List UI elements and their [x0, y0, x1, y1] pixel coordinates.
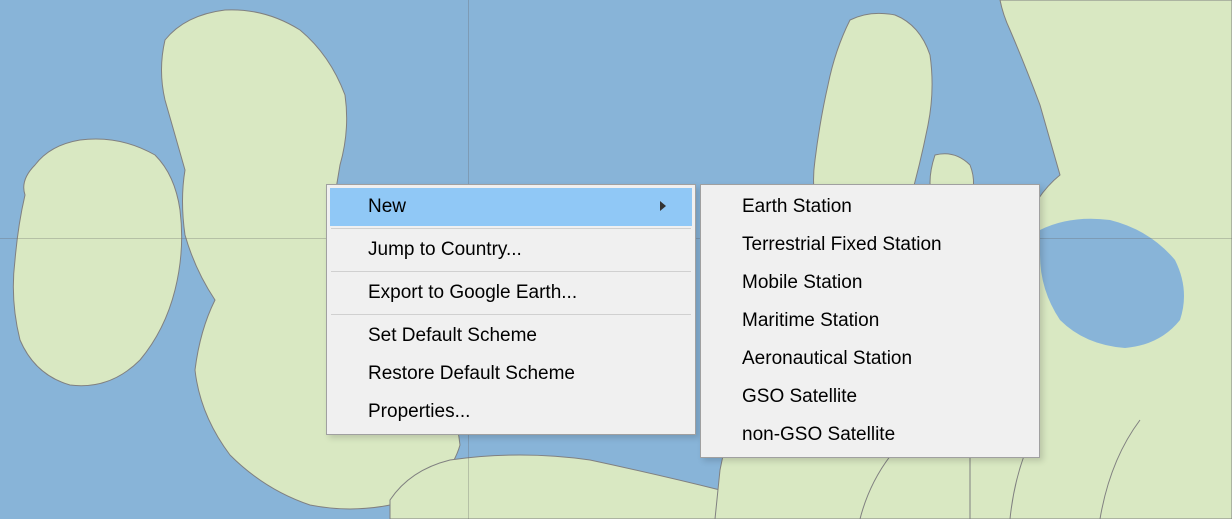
- submenu-item-label: Mobile Station: [742, 272, 862, 293]
- submenu-item-mobile-station[interactable]: Mobile Station: [704, 264, 1036, 302]
- context-menu: New Jump to Country... Export to Google …: [326, 184, 696, 435]
- chevron-right-icon: [658, 199, 668, 215]
- menu-separator: [331, 271, 691, 272]
- menu-item-jump-to-country[interactable]: Jump to Country...: [330, 231, 692, 269]
- submenu-item-label: Earth Station: [742, 196, 852, 217]
- menu-item-label: Restore Default Scheme: [368, 363, 575, 385]
- submenu-item-label: Maritime Station: [742, 310, 879, 331]
- submenu-item-gso-satellite[interactable]: GSO Satellite: [704, 378, 1036, 416]
- submenu-new: Earth Station Terrestrial Fixed Station …: [700, 184, 1040, 458]
- submenu-item-maritime-station[interactable]: Maritime Station: [704, 302, 1036, 340]
- menu-separator: [331, 314, 691, 315]
- submenu-item-terrestrial-fixed-station[interactable]: Terrestrial Fixed Station: [704, 226, 1036, 264]
- menu-item-label: Export to Google Earth...: [368, 282, 577, 304]
- submenu-item-non-gso-satellite[interactable]: non-GSO Satellite: [704, 416, 1036, 454]
- menu-item-label: Jump to Country...: [368, 239, 522, 261]
- menu-item-new[interactable]: New: [330, 188, 692, 226]
- submenu-item-label: Terrestrial Fixed Station: [742, 234, 942, 255]
- submenu-item-earth-station[interactable]: Earth Station: [704, 188, 1036, 226]
- menu-item-set-default-scheme[interactable]: Set Default Scheme: [330, 317, 692, 355]
- menu-separator: [331, 228, 691, 229]
- menu-item-label: New: [368, 196, 406, 218]
- menu-item-restore-default-scheme[interactable]: Restore Default Scheme: [330, 355, 692, 393]
- menu-item-export-google-earth[interactable]: Export to Google Earth...: [330, 274, 692, 312]
- menu-item-label: Properties...: [368, 401, 470, 423]
- submenu-item-label: non-GSO Satellite: [742, 424, 895, 445]
- submenu-item-label: GSO Satellite: [742, 386, 857, 407]
- submenu-item-aeronautical-station[interactable]: Aeronautical Station: [704, 340, 1036, 378]
- menu-item-label: Set Default Scheme: [368, 325, 537, 347]
- menu-item-properties[interactable]: Properties...: [330, 393, 692, 431]
- submenu-item-label: Aeronautical Station: [742, 348, 912, 369]
